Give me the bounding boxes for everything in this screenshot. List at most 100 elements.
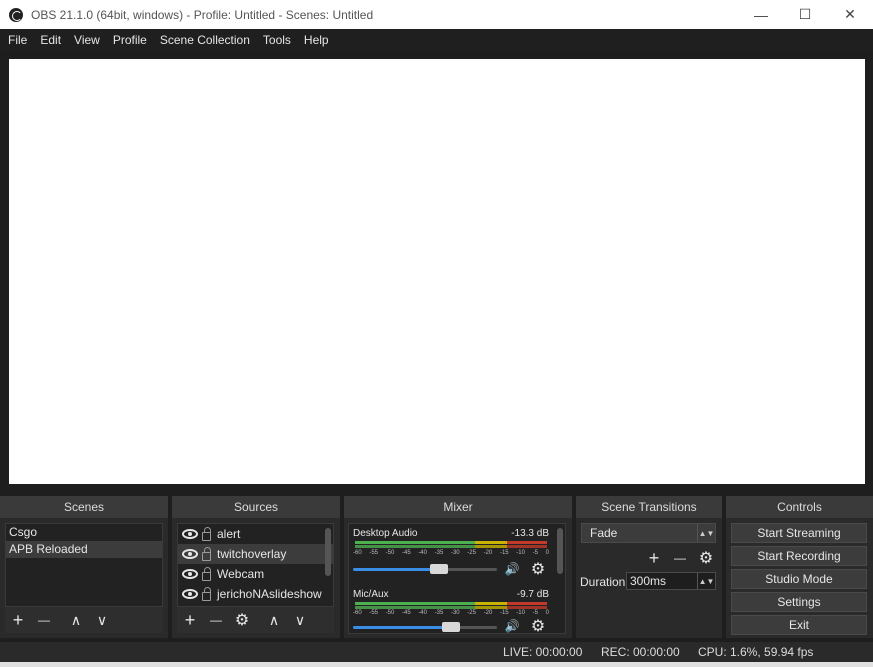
audio-mixer: Desktop Audio -13.3 dB -60 -55 -50 -45 -40 -3… — [348, 523, 566, 634]
status-bar: LIVE: 00:00:00 REC: 00:00:00 CPU: 1.6%, … — [0, 642, 873, 662]
meter-yellow-segment — [475, 606, 507, 609]
source-label: Webcam — [217, 567, 265, 581]
move-scene-down-button[interactable]: ∨ — [89, 607, 115, 633]
scene-item-selected[interactable]: APB Reloaded — [6, 541, 162, 558]
menu-profile[interactable]: Profile — [108, 29, 152, 51]
menu-scene-collection[interactable]: Scene Collection — [155, 29, 255, 51]
meter-red-segment — [507, 541, 547, 544]
lock-icon[interactable] — [202, 586, 211, 601]
menu-bar: File Edit View Profile Scene Collection … — [0, 29, 873, 51]
meter-green-segment — [355, 545, 475, 548]
source-item[interactable]: jerichoNAslideshow — [178, 584, 333, 604]
volume-slider[interactable] — [353, 622, 497, 632]
gear-icon: ⚙ — [234, 612, 250, 629]
speaker-icon[interactable]: 🔊 — [503, 617, 521, 633]
preview-canvas[interactable] — [9, 59, 865, 484]
close-button[interactable]: ✕ — [827, 0, 873, 29]
add-source-button[interactable]: + — [177, 607, 203, 633]
sources-scrollbar[interactable] — [325, 528, 331, 576]
remove-source-button[interactable]: — — [203, 607, 229, 633]
scenes-list[interactable]: Csgo APB Reloaded — [5, 523, 163, 607]
minimize-button[interactable]: — — [738, 0, 784, 29]
source-item-selected[interactable]: twitchoverlay — [178, 544, 333, 564]
plus-icon: + — [12, 609, 24, 630]
scene-item[interactable]: Csgo — [6, 524, 162, 541]
source-item[interactable]: alert — [178, 524, 333, 544]
duration-label: Duration — [580, 575, 626, 589]
obs-logo-icon — [9, 7, 23, 22]
source-label: twitchoverlay — [217, 547, 287, 561]
add-scene-button[interactable]: + — [5, 607, 31, 633]
mixer-channel-name: Mic/Aux — [353, 589, 389, 600]
meter-yellow-segment — [475, 541, 507, 544]
duration-spinbox[interactable]: 300ms ▲▼ — [626, 572, 716, 590]
gear-icon[interactable]: ⚙ — [529, 617, 547, 633]
volume-slider-handle[interactable] — [430, 564, 449, 574]
sources-toolbar: + — ⚙ ∧ ∨ — [177, 607, 334, 633]
chevron-updown-icon: ▲▼ — [697, 524, 715, 542]
lock-icon[interactable] — [202, 566, 211, 581]
scenes-dock-title: Scenes — [0, 496, 168, 518]
rec-status: REC: 00:00:00 — [601, 645, 680, 659]
cpu-status: CPU: 1.6%, 59.94 fps — [698, 645, 814, 659]
sources-list[interactable]: alert twitchoverlay Webcam jerichoNAslid… — [177, 523, 334, 607]
visibility-eye-icon[interactable] — [182, 549, 198, 559]
move-source-up-button[interactable]: ∧ — [261, 607, 287, 633]
transition-type-select[interactable]: Fade ▲▼ — [581, 523, 716, 543]
menu-tools[interactable]: Tools — [258, 29, 296, 51]
studio-mode-button[interactable]: Studio Mode — [731, 569, 867, 589]
volume-meter — [355, 545, 547, 548]
menu-help[interactable]: Help — [299, 29, 334, 51]
gear-icon: ⚙ — [698, 550, 714, 567]
controls-dock-title: Controls — [726, 496, 873, 518]
exit-button[interactable]: Exit — [731, 615, 867, 635]
remove-transition-button[interactable]: — — [667, 545, 693, 571]
mixer-channel-db: -9.7 dB — [516, 589, 549, 600]
source-properties-button[interactable]: ⚙ — [229, 607, 255, 633]
meter-red-segment — [507, 545, 547, 548]
menu-file[interactable]: File — [3, 29, 32, 51]
menu-view[interactable]: View — [69, 29, 105, 51]
start-recording-button[interactable]: Start Recording — [731, 546, 867, 566]
scenes-toolbar: + — ∧ ∨ — [5, 607, 163, 633]
move-source-down-button[interactable]: ∨ — [287, 607, 313, 633]
add-transition-button[interactable]: + — [641, 545, 667, 571]
minus-icon: — — [38, 613, 50, 627]
volume-slider-handle[interactable] — [441, 622, 460, 632]
visibility-eye-icon[interactable] — [182, 569, 198, 579]
menu-edit[interactable]: Edit — [35, 29, 66, 51]
chevron-up-icon: ∧ — [268, 611, 280, 628]
window-title: OBS 21.1.0 (64bit, windows) - Profile: U… — [31, 7, 374, 22]
transition-properties-button[interactable]: ⚙ — [693, 545, 719, 571]
settings-button[interactable]: Settings — [731, 592, 867, 612]
source-item[interactable]: Webcam — [178, 564, 333, 584]
lock-icon[interactable] — [202, 546, 211, 561]
speaker-icon[interactable]: 🔊 — [503, 560, 521, 578]
meter-red-segment — [507, 602, 547, 605]
chevron-down-icon: ∨ — [96, 611, 108, 628]
meter-red-segment — [507, 606, 547, 609]
volume-slider-fill — [353, 568, 440, 571]
start-streaming-button[interactable]: Start Streaming — [731, 523, 867, 543]
chevron-updown-icon: ▲▼ — [697, 573, 715, 589]
mixer-dock-title: Mixer — [344, 496, 572, 518]
visibility-eye-icon[interactable] — [182, 529, 198, 539]
transitions-dock-title: Scene Transitions — [576, 496, 722, 518]
volume-meter — [355, 602, 547, 605]
move-scene-up-button[interactable]: ∧ — [63, 607, 89, 633]
mixer-scrollbar[interactable] — [557, 528, 563, 574]
lock-icon[interactable] — [202, 526, 211, 541]
remove-scene-button[interactable]: — — [31, 607, 57, 633]
meter-green-segment — [355, 602, 475, 605]
source-label: alert — [217, 527, 241, 541]
volume-meter — [355, 606, 547, 609]
meter-green-segment — [355, 541, 475, 544]
title-bar: OBS 21.1.0 (64bit, windows) - Profile: U… — [0, 0, 873, 29]
volume-slider[interactable] — [353, 564, 497, 574]
duration-value: 300ms — [630, 574, 667, 588]
chevron-up-icon: ∧ — [70, 611, 82, 628]
visibility-eye-icon[interactable] — [182, 589, 198, 599]
maximize-button[interactable]: ☐ — [782, 0, 828, 29]
mixer-channel-db: -13.3 dB — [511, 528, 549, 539]
gear-icon[interactable]: ⚙ — [529, 560, 547, 578]
